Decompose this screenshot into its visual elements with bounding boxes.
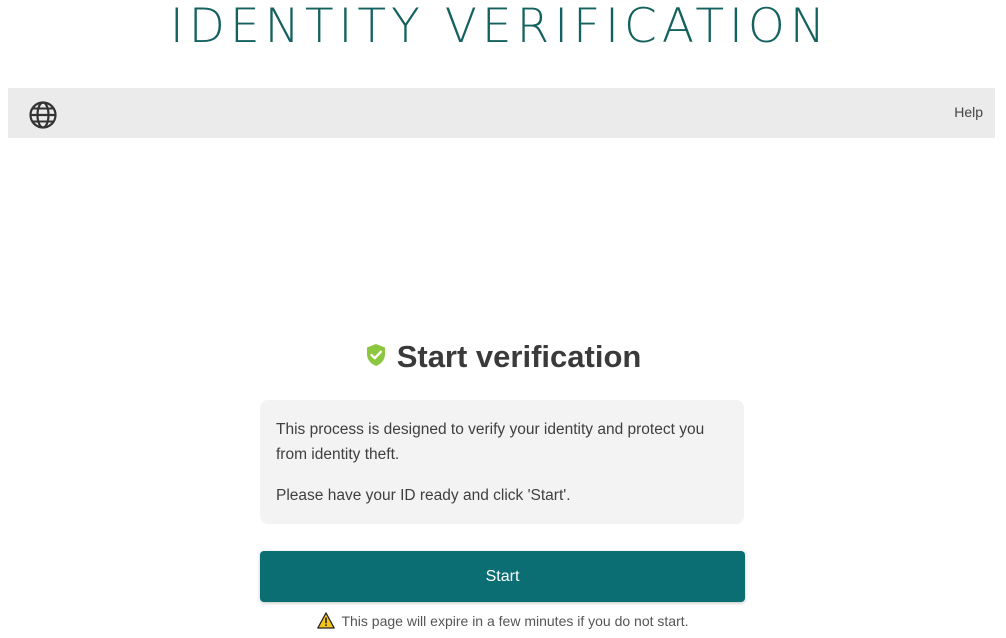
globe-icon: [29, 101, 57, 129]
info-paragraph-2: Please have your ID ready and click 'Sta…: [276, 487, 571, 504]
help-link[interactable]: Help: [954, 104, 983, 120]
warning-text: This page will expire in a few minutes i…: [341, 612, 689, 629]
start-button[interactable]: Start: [260, 551, 745, 602]
info-paragraph-1: This process is designed to verify your …: [276, 421, 705, 463]
expiry-warning: This page will expire in a few minutes i…: [0, 612, 1006, 629]
page-title: Start verification: [396, 339, 642, 374]
brand-logo-text: IDENTITY VERIFICATION: [169, 0, 831, 54]
top-toolbar: Help: [8, 88, 995, 138]
shield-check-icon: [365, 343, 387, 367]
info-box: This process is designed to verify your …: [260, 400, 744, 524]
page: IDENTITY VERIFICATION Help Start verific…: [0, 0, 1006, 638]
warning-icon: [317, 612, 336, 629]
page-title-row: Start verification: [0, 334, 1006, 380]
language-selector-button[interactable]: [28, 100, 58, 130]
